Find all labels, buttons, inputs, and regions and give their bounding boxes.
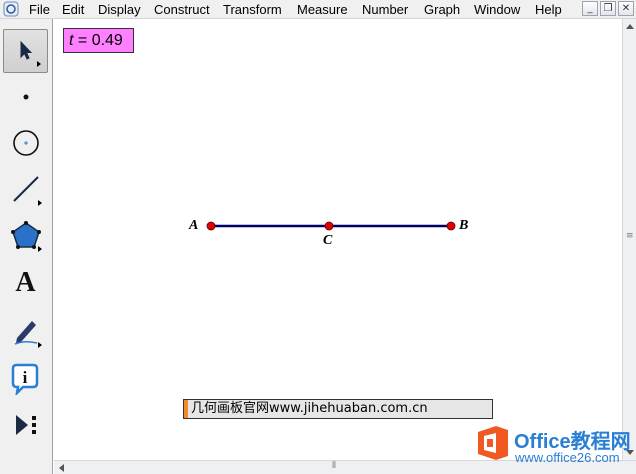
label-b[interactable]: B <box>459 218 468 234</box>
label-a[interactable]: A <box>189 218 198 234</box>
caption-marker <box>184 400 188 418</box>
point-a[interactable] <box>206 221 216 231</box>
caption-text: 几何画板官网www.jihehuaban.com.cn <box>191 401 428 416</box>
label-c[interactable]: C <box>323 233 332 249</box>
scroll-grip-icon[interactable]: ≡ <box>626 231 634 241</box>
scroll-up-arrow-icon[interactable] <box>626 24 634 29</box>
watermark-url: www.office26.com <box>515 450 620 465</box>
point-c[interactable] <box>324 221 334 231</box>
vertical-scrollbar[interactable]: ≡ <box>622 19 636 460</box>
point-b[interactable] <box>446 221 456 231</box>
scroll-left-arrow-icon[interactable] <box>59 464 64 472</box>
office26-watermark: Office教程网 www.office26.com <box>468 422 636 468</box>
caption-text-box[interactable]: 几何画板官网www.jihehuaban.com.cn <box>183 399 493 419</box>
office-logo-icon <box>478 426 508 460</box>
scroll-grip-icon[interactable]: ⦀ <box>332 461 336 471</box>
